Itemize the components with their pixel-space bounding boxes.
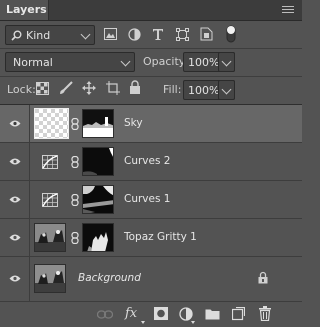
layer-locked-icon[interactable] bbox=[258, 271, 268, 284]
filter-type-icon[interactable] bbox=[152, 28, 164, 40]
curves-adjustment-icon[interactable] bbox=[42, 155, 58, 169]
add-layer-mask-icon[interactable] bbox=[154, 307, 168, 320]
chain-link-icon[interactable] bbox=[71, 156, 79, 168]
panel-tab-strip: Layers bbox=[0, 0, 302, 21]
blend-mode-select[interactable]: Normal bbox=[5, 52, 135, 72]
lock-position-move-icon[interactable] bbox=[82, 81, 96, 95]
fill-value: 100% bbox=[188, 84, 220, 97]
search-icon bbox=[11, 30, 22, 41]
chevron-down-icon bbox=[221, 84, 232, 95]
layer-name-topaz-gritty-1: Topaz Gritty 1 bbox=[124, 231, 197, 243]
layers-footer-toolbar: fx bbox=[0, 301, 302, 327]
blend-mode-value: Normal bbox=[13, 56, 53, 69]
eye-icon bbox=[9, 120, 21, 127]
new-fill-adjustment-layer-icon[interactable] bbox=[179, 307, 193, 321]
filter-kind-select[interactable]: Kind bbox=[5, 25, 95, 45]
layer-row-sky[interactable]: Sky bbox=[0, 105, 302, 143]
layer-mask-thumbnail-curves-2[interactable] bbox=[82, 147, 114, 176]
fill-label: Fill: bbox=[163, 83, 182, 96]
layer-name-curves-1: Curves 1 bbox=[124, 193, 171, 205]
opacity-dropdown-button[interactable] bbox=[218, 52, 235, 72]
dropdown-indicator-icon bbox=[191, 321, 195, 324]
lock-all-icon[interactable] bbox=[129, 80, 141, 95]
lock-transparent-pixels-icon[interactable] bbox=[36, 82, 49, 95]
chain-link-icon[interactable] bbox=[71, 194, 79, 206]
visibility-toggle[interactable] bbox=[0, 257, 30, 301]
filter-shape-icon[interactable] bbox=[176, 28, 189, 41]
new-layer-icon[interactable] bbox=[232, 307, 245, 321]
layer-row-curves-2[interactable]: Curves 2 bbox=[0, 143, 302, 181]
filter-adjustment-icon[interactable] bbox=[128, 28, 141, 41]
layer-mask-thumbnail-topaz-gritty-1[interactable] bbox=[82, 223, 114, 252]
panel-menu-icon[interactable] bbox=[282, 6, 294, 15]
visibility-toggle[interactable] bbox=[0, 105, 30, 143]
layer-name-curves-2: Curves 2 bbox=[124, 155, 171, 167]
layer-row-background[interactable]: Background bbox=[0, 257, 302, 301]
layer-name-background: Background bbox=[78, 272, 141, 284]
chevron-down-icon bbox=[221, 56, 232, 67]
delete-layer-trash-icon[interactable] bbox=[259, 306, 271, 321]
layers-panel: Layers Kind Normal Opacity: 100% Lock: F… bbox=[0, 0, 302, 327]
tab-layers-label: Layers bbox=[6, 3, 47, 16]
eye-icon bbox=[9, 234, 21, 241]
add-layer-style-button[interactable]: fx bbox=[125, 306, 137, 321]
layer-thumbnail-topaz-gritty-1[interactable] bbox=[34, 223, 66, 252]
dropdown-indicator-icon bbox=[141, 321, 145, 324]
tab-layers[interactable]: Layers bbox=[0, 0, 49, 20]
layer-row-topaz-gritty-1[interactable]: Topaz Gritty 1 bbox=[0, 219, 302, 257]
visibility-toggle[interactable] bbox=[0, 143, 30, 181]
layer-row-curves-1[interactable]: Curves 1 bbox=[0, 181, 302, 219]
chevron-down-icon bbox=[120, 56, 131, 67]
curves-adjustment-icon[interactable] bbox=[42, 193, 58, 207]
eye-icon bbox=[9, 158, 21, 165]
opacity-value: 100% bbox=[188, 56, 220, 69]
new-group-folder-icon[interactable] bbox=[205, 308, 220, 320]
visibility-toggle[interactable] bbox=[0, 181, 30, 219]
lock-label: Lock: bbox=[7, 83, 36, 96]
eye-icon bbox=[9, 196, 21, 203]
layer-thumbnail-sky[interactable] bbox=[34, 108, 69, 139]
layer-mask-thumbnail-sky[interactable] bbox=[82, 109, 114, 138]
opacity-label: Opacity: bbox=[143, 55, 189, 68]
filter-toggle-switch[interactable] bbox=[225, 24, 237, 44]
eye-icon bbox=[9, 275, 21, 282]
layer-thumbnail-background[interactable] bbox=[34, 264, 66, 293]
layers-list: Sky Curves 2 Curves 1 Topaz Gritty 1 Bac… bbox=[0, 105, 302, 301]
chevron-down-icon bbox=[80, 29, 91, 40]
link-layers-icon[interactable] bbox=[97, 310, 113, 319]
filter-kind-label: Kind bbox=[26, 29, 51, 42]
chain-link-icon[interactable] bbox=[71, 118, 79, 130]
filter-pixel-icon[interactable] bbox=[104, 28, 117, 40]
layer-mask-thumbnail-curves-1[interactable] bbox=[82, 185, 114, 214]
lock-image-pixels-brush-icon[interactable] bbox=[59, 81, 73, 95]
filter-smart-object-icon[interactable] bbox=[200, 27, 213, 41]
visibility-toggle[interactable] bbox=[0, 219, 30, 257]
lock-artboard-icon[interactable] bbox=[106, 81, 120, 95]
layer-name-sky: Sky bbox=[124, 117, 143, 129]
chain-link-icon[interactable] bbox=[71, 232, 79, 244]
fill-dropdown-button[interactable] bbox=[218, 80, 235, 100]
